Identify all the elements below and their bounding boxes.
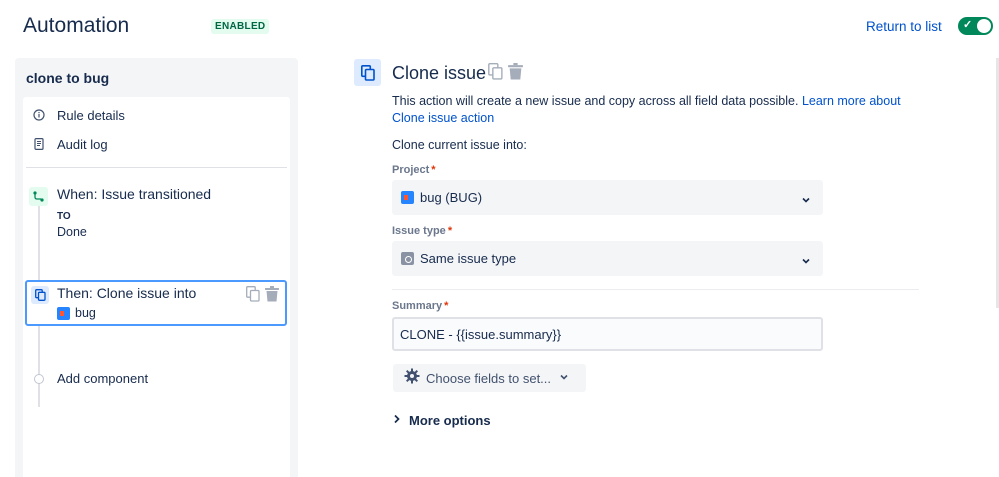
- trash-icon[interactable]: [508, 63, 523, 85]
- trash-icon[interactable]: [265, 286, 279, 307]
- required-mark: *: [431, 164, 436, 176]
- issue-type-label-text: Issue type: [392, 225, 446, 237]
- choose-fields-label: Choose fields to set...: [426, 370, 552, 386]
- document-icon: [33, 138, 45, 150]
- divider: [392, 289, 919, 290]
- rule-components-panel: Rule details Audit log When: Issue trans…: [23, 97, 290, 477]
- rule-name: clone to bug: [26, 70, 110, 86]
- checkmark-icon: ✓: [963, 19, 973, 31]
- trigger-title[interactable]: When: Issue transitioned: [57, 186, 211, 202]
- transition-icon: [29, 187, 48, 206]
- page-title: Automation: [23, 14, 130, 37]
- divider: [26, 167, 287, 168]
- more-options-toggle[interactable]: More options: [393, 411, 491, 429]
- chevron-right-icon: [393, 411, 401, 429]
- project-avatar-icon: [57, 307, 70, 320]
- clone-icon: [31, 286, 49, 304]
- project-label-text: Project: [392, 164, 430, 176]
- chevron-down-icon: [801, 192, 811, 210]
- chevron-down-icon: [559, 369, 569, 387]
- status-badge: ENABLED: [211, 19, 270, 34]
- rule-enabled-toggle[interactable]: ✓: [958, 17, 993, 35]
- toggle-knob: [977, 19, 991, 33]
- action-description: This action will create a new issue and …: [392, 93, 912, 127]
- issue-type-select[interactable]: Same issue type: [392, 241, 823, 276]
- return-to-list-link[interactable]: Return to list: [866, 19, 942, 34]
- more-options-label: More options: [409, 412, 491, 428]
- summary-label-text: Summary: [392, 300, 443, 312]
- chevron-down-icon: [801, 253, 811, 271]
- project-avatar-icon: [401, 191, 414, 204]
- project-select[interactable]: bug (BUG): [392, 180, 823, 215]
- clone-into-label: Clone current issue into:: [392, 138, 527, 152]
- summary-label: Summary *: [392, 300, 448, 312]
- required-mark: *: [447, 225, 453, 237]
- action-clone-issue-card[interactable]: Then: Clone issue into bug: [25, 280, 287, 326]
- summary-input[interactable]: [392, 317, 823, 351]
- required-mark: *: [444, 300, 449, 312]
- choose-fields-button[interactable]: Choose fields to set...: [393, 364, 586, 392]
- add-component-link[interactable]: Add component: [57, 371, 148, 386]
- audit-log-label: Audit log: [57, 136, 108, 152]
- copy-icon[interactable]: [246, 286, 260, 307]
- rule-sidebar: clone to bug Rule details Audit log When…: [15, 58, 298, 477]
- action-project: bug: [75, 306, 96, 320]
- add-component-dot: [34, 374, 44, 384]
- info-icon: [33, 109, 45, 121]
- action-heading: Clone issue: [392, 63, 487, 83]
- issue-type-select-value: Same issue type: [420, 251, 517, 266]
- project-select-value: bug (BUG): [420, 190, 483, 205]
- issue-type-label: Issue type *: [392, 225, 452, 237]
- rule-details-label: Rule details: [57, 107, 125, 123]
- project-label: Project *: [392, 164, 436, 176]
- trigger-to-label: TO: [57, 211, 71, 222]
- rule-details-item[interactable]: Rule details: [33, 105, 125, 125]
- trigger-to-value: Done: [57, 225, 87, 239]
- audit-log-item[interactable]: Audit log: [33, 134, 108, 154]
- description-text: This action will create a new issue and …: [392, 94, 799, 108]
- clone-issue-icon: [354, 59, 381, 86]
- gear-icon: [404, 368, 420, 389]
- action-title: Then: Clone issue into: [57, 285, 197, 301]
- issue-type-icon: [401, 252, 414, 265]
- copy-icon[interactable]: [488, 63, 503, 85]
